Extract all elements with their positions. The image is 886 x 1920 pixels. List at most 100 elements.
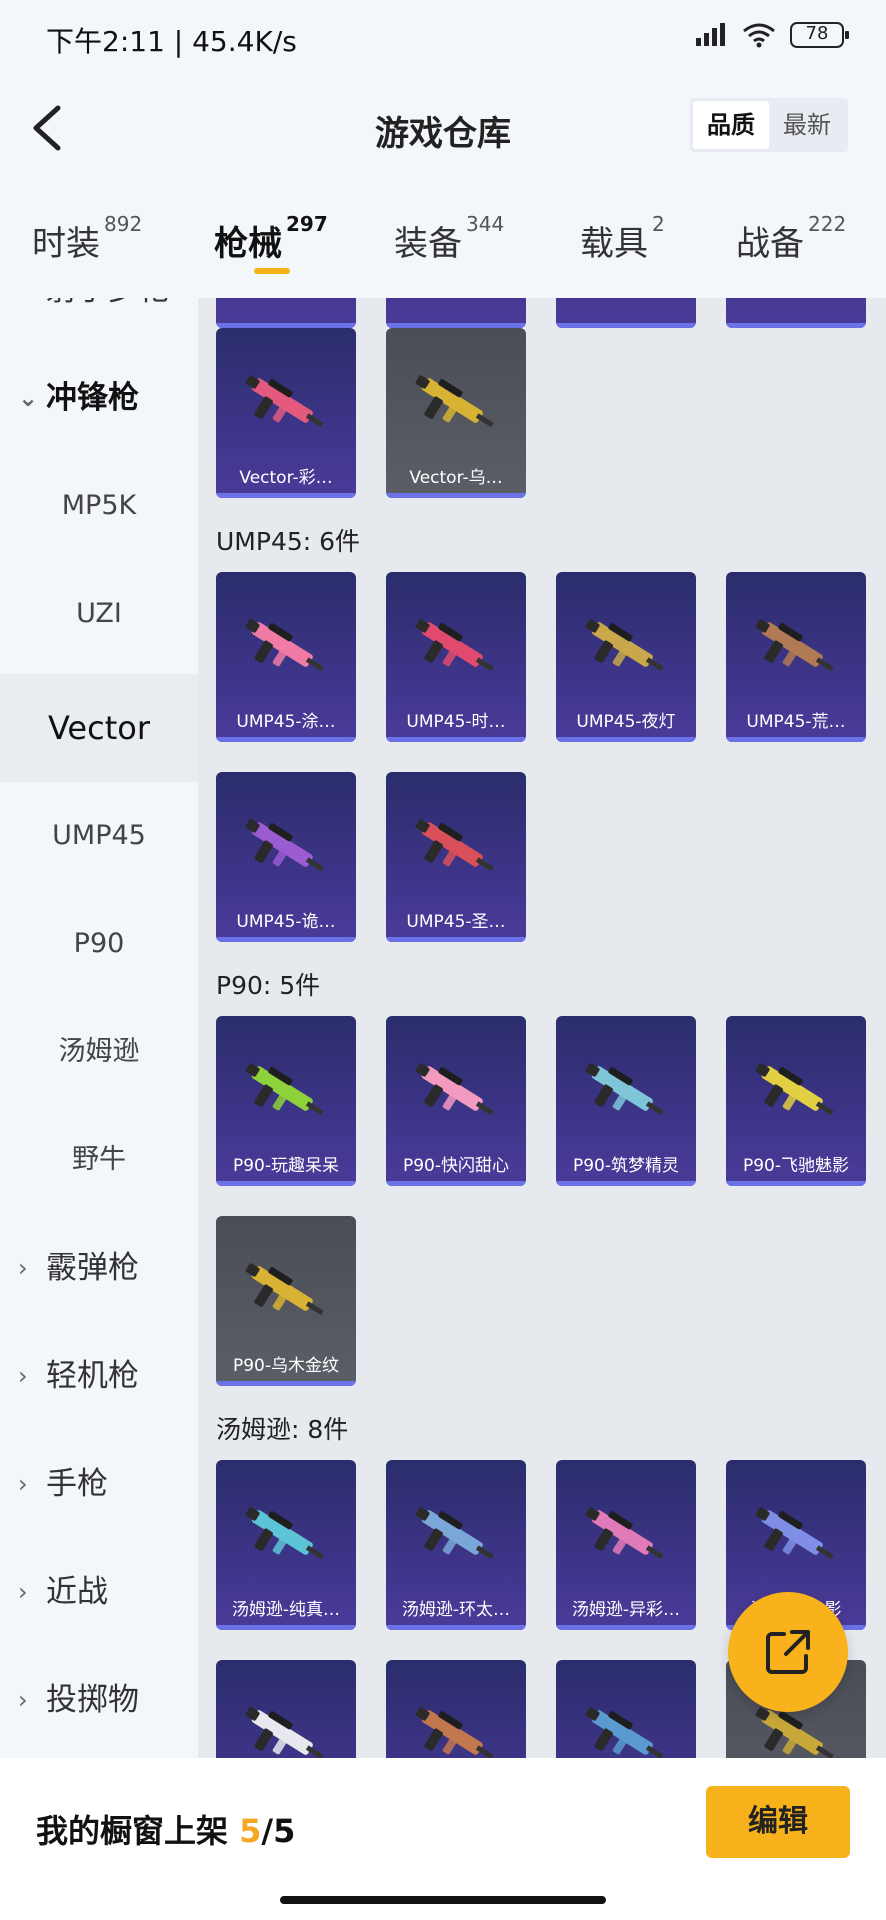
item-card[interactable]: Vector-彩… [216,328,356,498]
item-card[interactable]: 汤姆逊-异彩… [556,1460,696,1630]
category-tabs: 时装 892 枪械 297 装备 344 载具 2 战备 222 [0,196,886,300]
share-button[interactable] [728,1592,848,1712]
tab-fashion[interactable]: 时装 892 [32,212,142,265]
item-card[interactable]: UMP45-涂… [216,572,356,742]
item-card[interactable]: UMP45-夜灯 [556,572,696,742]
item-card-label: Vector-乌… [409,468,503,488]
sidebar-item-label: 轻机枪 [46,1358,139,1394]
item-card[interactable]: P90-飞驰魅影 [726,1016,866,1186]
item-card[interactable]: UMP45-诡… [216,772,356,942]
item-card-label: 汤姆逊-环太… [401,1600,511,1620]
tab-count: 344 [466,212,505,236]
item-card-label: P90-玩趣呆呆 [232,1156,340,1176]
weapon-skin-icon [245,819,324,872]
section-heading: UMP45: 6件 [216,527,361,556]
chevron-down-icon: ⌄ [18,384,39,412]
item-card[interactable]: UMP45-荒… [726,572,866,742]
item-card-partial[interactable] [386,298,526,328]
sidebar-item-lmg[interactable]: › 轻机枪 [0,1322,198,1430]
item-card-partial[interactable] [726,298,866,328]
sidebar-item-label: 霰弹枪 [46,1250,139,1286]
item-card[interactable] [386,1660,526,1758]
home-indicator [280,1896,606,1904]
item-card[interactable] [216,1660,356,1758]
status-time: 下午2:11 | 45.4K/s [46,25,297,58]
tab-count: 892 [104,212,143,236]
sidebar-item-throwables[interactable]: › 投掷物 [0,1646,198,1754]
tab-count: 297 [286,212,328,236]
sidebar-item-vector[interactable]: Vector [0,674,198,782]
showcase-bar: 我的橱窗上架 5/5 编辑 [0,1758,886,1920]
sidebar-item-label: 射手步枪 [46,298,170,308]
weapon-skin-icon [585,619,664,672]
item-card[interactable]: 汤姆逊-纯真… [216,1460,356,1630]
tab-equipment[interactable]: 装备 344 [394,212,504,265]
item-card-label: UMP45-诡… [236,912,336,932]
sidebar-item-label: 冲锋枪 [46,380,139,416]
sidebar-item-uzi[interactable]: UZI [0,560,198,668]
chevron-right-icon: › [18,1362,28,1390]
tab-vehicles[interactable]: 载具 2 [580,212,665,265]
sidebar-item-smg[interactable]: ⌄ 冲锋枪 [0,344,198,452]
weapon-skin-icon [415,1063,494,1116]
sidebar-item-bizon[interactable]: 野牛 [0,1106,198,1214]
item-card-partial[interactable] [216,298,356,328]
item-card[interactable]: P90-筑梦精灵 [556,1016,696,1186]
item-card[interactable]: UMP45-时… [386,572,526,742]
item-card-label: P90-筑梦精灵 [572,1156,680,1176]
sidebar-item-melee[interactable]: › 近战 [0,1538,198,1646]
sidebar-item-thompson[interactable]: 汤姆逊 [0,998,198,1106]
tab-supplies[interactable]: 战备 222 [736,212,846,265]
sidebar-item-label: 近战 [46,1574,108,1610]
sort-quality-button[interactable]: 品质 [693,101,769,149]
item-card[interactable]: P90-玩趣呆呆 [216,1016,356,1186]
sort-toggle: 品质 最新 [690,98,848,152]
item-card[interactable] [556,1660,696,1758]
tab-count: 222 [808,212,847,236]
weapon-skin-icon [415,819,494,872]
showcase-current-count: 5 [239,1812,262,1850]
weapon-skin-icon [415,619,494,672]
item-card-label: Vector-彩… [239,468,333,488]
item-card[interactable]: P90-乌木金纹 [216,1216,356,1386]
edit-button[interactable]: 编辑 [706,1786,850,1858]
item-card[interactable]: UMP45-圣… [386,772,526,942]
sidebar-item-marksman-rifle[interactable]: › 射手步枪 [0,298,198,344]
sidebar-item-p90[interactable]: P90 [0,890,198,998]
item-card-label: 汤姆逊-异彩… [571,1600,681,1620]
item-card-label: 汤姆逊-纯真… [231,1600,341,1620]
sidebar-item-shotgun[interactable]: › 霰弹枪 [0,1214,198,1322]
sidebar-item-ump45[interactable]: UMP45 [0,782,198,890]
weapon-skin-icon [245,1063,324,1116]
signal-icon [696,23,725,46]
sort-newest-button[interactable]: 最新 [769,101,845,149]
weapon-skin-icon [245,1507,324,1560]
chevron-right-icon: › [18,298,28,344]
weapon-skin-icon [415,375,494,428]
item-card[interactable]: 汤姆逊-环太… [386,1460,526,1630]
weapon-skin-icon [755,1507,834,1560]
weapon-skin-icon [585,1707,664,1758]
weapon-skin-icon [245,1707,324,1758]
item-card[interactable]: Vector-乌… [386,328,526,498]
item-card-label: UMP45-圣… [406,912,506,932]
item-card-label: UMP45-夜灯 [576,712,676,732]
chevron-right-icon: › [18,1578,28,1606]
sidebar-item-mp5k[interactable]: MP5K [0,452,198,560]
tab-label: 枪械 [214,224,282,264]
weapon-skin-icon [245,1263,324,1316]
wifi-icon [743,23,775,48]
item-card-label: P90-快闪甜心 [402,1156,510,1176]
weapon-skin-icon [415,1507,494,1560]
sidebar-item-label: 投掷物 [46,1682,139,1718]
item-card[interactable]: P90-快闪甜心 [386,1016,526,1186]
item-card-label: UMP45-涂… [236,712,336,732]
status-icons: 78 [694,22,849,48]
sidebar-item-label: 手枪 [46,1466,108,1502]
tab-guns[interactable]: 枪械 297 [214,212,328,265]
sidebar-item-pistol[interactable]: › 手枪 [0,1430,198,1538]
item-card-partial[interactable] [556,298,696,328]
item-grid: Vector-彩… Vector-乌… UMP45: 6件 UMP45-涂… U… [198,298,886,1758]
chevron-right-icon: › [18,1470,28,1498]
item-card-label: P90-飞驰魅影 [742,1156,850,1176]
